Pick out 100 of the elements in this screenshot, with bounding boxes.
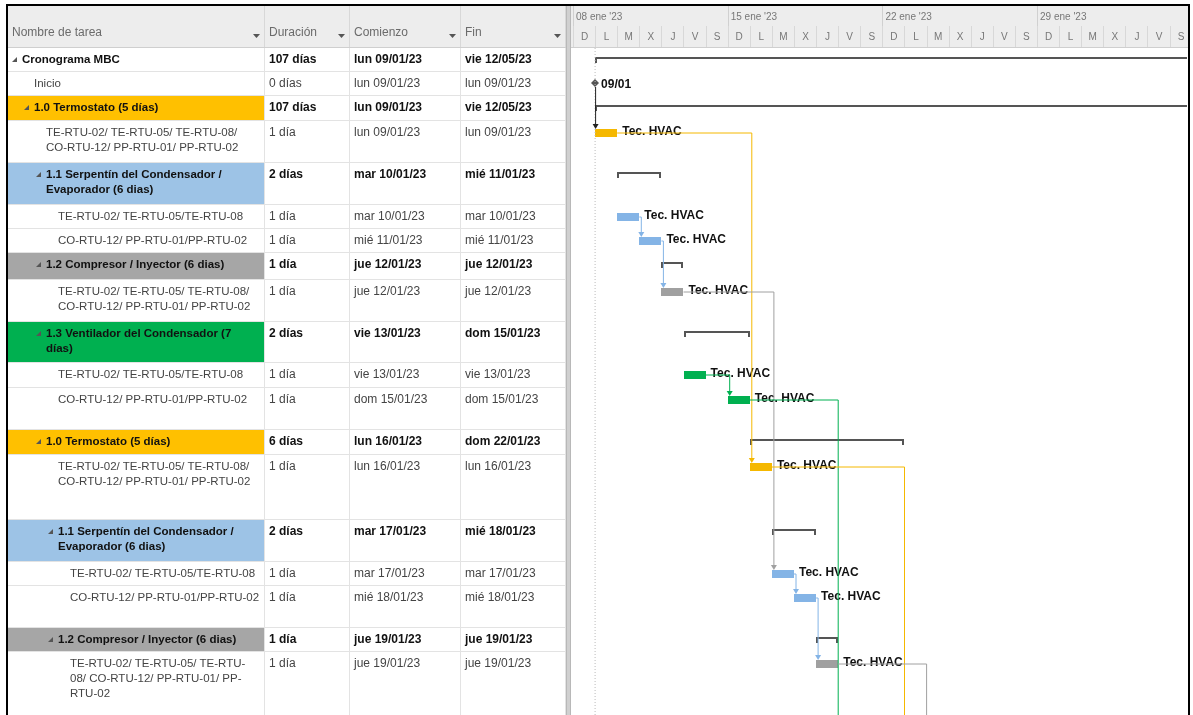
day-label: X — [793, 26, 817, 47]
day-label: X — [639, 26, 662, 47]
bar-label: Tec. HVAC — [754, 390, 815, 407]
table-cell: 1 día — [265, 363, 350, 388]
table-cell: 6 días — [265, 430, 350, 455]
task-name: TE-RTU-02/ TE-RTU-05/ TE-RTU-08/ CO-RTU-12/ PP-RTU-01/ PP-RTU-02 — [46, 125, 240, 155]
task-name: TE-RTU-02/ TE-RTU-05/ TE-RTU-08/ CO-RTU-12/ PP-RTU-01/ PP-RTU-02 — [70, 656, 247, 701]
dropdown-arrow-icon[interactable] — [253, 34, 260, 38]
task-name: 1.2 Compresor / Inyector (6 dias) — [58, 632, 238, 647]
table-cell: mié 18/01/23 — [461, 520, 566, 562]
table-cell: 2 días — [265, 163, 350, 205]
bar-label: Tec. HVAC — [843, 654, 903, 671]
collapse-arrow-icon[interactable] — [36, 439, 41, 444]
table-cell: mar 17/01/23 — [350, 562, 461, 586]
day-label: M — [617, 26, 640, 47]
table-cell: 1 día — [265, 388, 350, 430]
day-label: S — [705, 26, 728, 47]
day-label: J — [1125, 26, 1148, 47]
table-cell: lun 16/01/23 — [350, 455, 461, 520]
table-cell: lun 09/01/23 — [350, 72, 461, 96]
table-cell: lun 09/01/23 — [350, 96, 461, 121]
collapse-arrow-icon[interactable] — [24, 105, 29, 110]
table-cell: mar 17/01/23 — [350, 520, 461, 562]
week-label: 15 ene '23 — [727, 6, 883, 26]
table-cell: 1 día — [265, 280, 350, 322]
table-cell: vie 13/01/23 — [350, 363, 461, 388]
table-cell: mié 11/01/23 — [461, 229, 566, 253]
day-label: V — [1147, 26, 1170, 47]
table-cell: mié 18/01/23 — [461, 586, 566, 628]
task-name: CO-RTU-12/ PP-RTU-01/PP-RTU-02 — [70, 590, 261, 605]
table-cell: 1 día — [265, 652, 350, 715]
summary-bar — [771, 529, 817, 535]
table-cell: mar 10/01/23 — [461, 205, 566, 229]
column-header[interactable]: Nombre de tarea — [8, 6, 265, 47]
dropdown-arrow-icon[interactable] — [338, 34, 345, 38]
task-name: 1.0 Termostato (5 días) — [34, 100, 160, 115]
collapse-arrow-icon[interactable] — [12, 57, 17, 62]
table-cell: vie 12/05/23 — [461, 48, 566, 72]
column-header[interactable]: Duración — [265, 6, 350, 47]
table-cell: 1 día — [265, 562, 350, 586]
table-cell: lun 09/01/23 — [461, 121, 566, 163]
task-name: CO-RTU-12/ PP-RTU-01/PP-RTU-02 — [58, 233, 249, 248]
day-label: S — [1014, 26, 1037, 47]
table-cell: lun 09/01/23 — [350, 48, 461, 72]
table-cell: 1 día — [265, 628, 350, 652]
task-name: Inicio — [34, 76, 62, 91]
table-cell: 1 día — [265, 229, 350, 253]
week-label: 08 ene '23 — [573, 6, 728, 26]
day-label: D — [882, 26, 905, 47]
day-label: L — [595, 26, 618, 47]
table-cell: vie 13/01/23 — [461, 363, 566, 388]
table-cell: 2 días — [265, 322, 350, 363]
table-cell: 107 días — [265, 48, 350, 72]
day-label: V — [838, 26, 861, 47]
connector-arrow — [592, 86, 599, 129]
table-cell: lun 09/01/23 — [461, 72, 566, 96]
column-header[interactable]: Fin — [461, 6, 566, 47]
day-label: M — [771, 26, 794, 47]
day-label: X — [948, 26, 971, 47]
bar-label: Tec. HVAC — [666, 231, 726, 248]
milestone-icon — [591, 79, 600, 87]
table-cell: jue 19/01/23 — [350, 628, 461, 652]
day-label: V — [683, 26, 706, 47]
bar-label: 09/01 — [601, 76, 632, 93]
collapse-arrow-icon[interactable] — [36, 262, 41, 267]
table-cell: 1 día — [265, 253, 350, 280]
table-cell: jue 12/01/23 — [461, 253, 566, 280]
dropdown-arrow-icon[interactable] — [554, 34, 561, 38]
task-name: 1.1 Serpentín del Condensador / Evaporador (6 dias) — [58, 524, 235, 554]
table-cell: 1 día — [265, 205, 350, 229]
collapse-arrow-icon[interactable] — [48, 637, 53, 642]
table-cell: mar 17/01/23 — [461, 562, 566, 586]
day-label: S — [1169, 26, 1188, 47]
week-label: 29 ene '23 — [1037, 6, 1188, 26]
task-name: TE-RTU-02/ TE-RTU-05/TE-RTU-08 — [58, 209, 245, 224]
table-cell: mié 11/01/23 — [350, 229, 461, 253]
day-label: L — [1059, 26, 1082, 47]
dropdown-arrow-icon[interactable] — [449, 34, 456, 38]
table-cell: 1 día — [265, 586, 350, 628]
table-cell: jue 12/01/23 — [350, 253, 461, 280]
day-label: J — [970, 26, 993, 47]
table-cell: jue 19/01/23 — [350, 652, 461, 715]
table-cell: vie 12/05/23 — [461, 96, 566, 121]
day-label: L — [904, 26, 927, 47]
task-name: TE-RTU-02/ TE-RTU-05/ TE-RTU-08/ CO-RTU-12/ PP-RTU-01/ PP-RTU-02 — [58, 459, 252, 489]
summary-bar — [683, 331, 750, 337]
collapse-arrow-icon[interactable] — [48, 529, 53, 534]
table-cell: jue 19/01/23 — [461, 652, 566, 715]
day-label: J — [816, 26, 839, 47]
day-label: D — [727, 26, 750, 47]
task-name: CO-RTU-12/ PP-RTU-01/PP-RTU-02 — [58, 392, 249, 407]
column-header[interactable]: Comienzo — [350, 6, 461, 47]
task-name: TE-RTU-02/ TE-RTU-05/ TE-RTU-08/ CO-RTU-12/ PP-RTU-01/ PP-RTU-02 — [58, 284, 252, 314]
day-label: M — [926, 26, 949, 47]
summary-bar — [617, 172, 662, 178]
table-cell: lun 16/01/23 — [350, 430, 461, 455]
bar-label: Tec. HVAC — [622, 123, 682, 140]
summary-bar — [816, 637, 839, 643]
collapse-arrow-icon[interactable] — [36, 172, 41, 177]
table-cell: jue 12/01/23 — [461, 280, 566, 322]
